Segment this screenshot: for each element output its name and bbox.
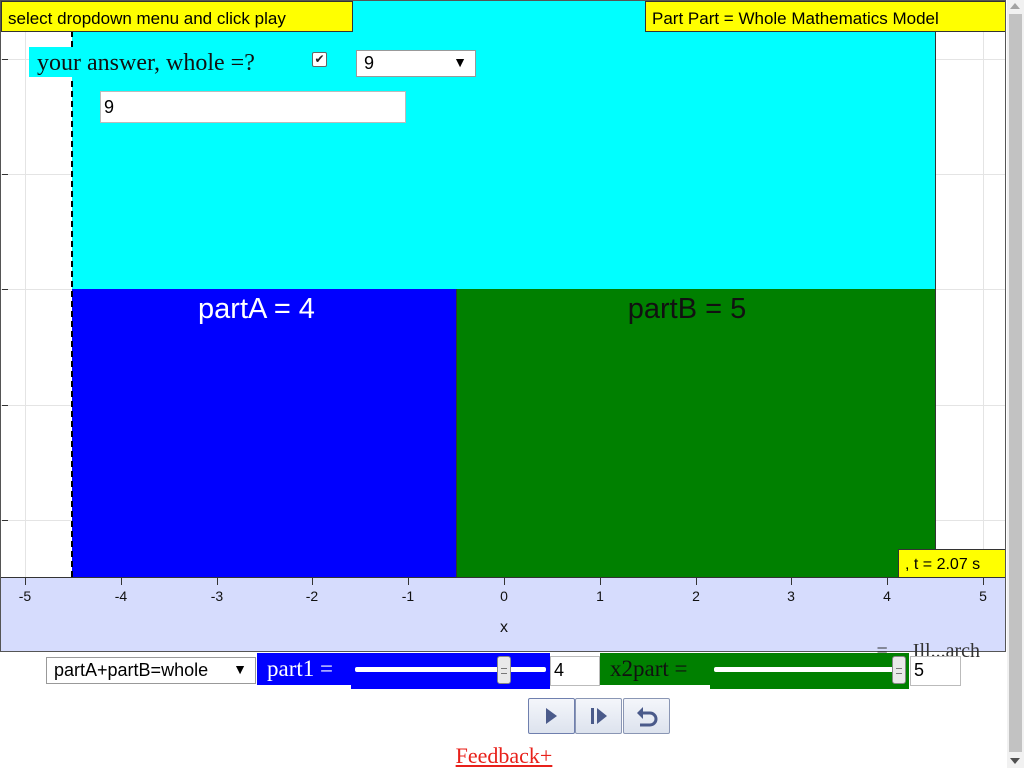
x-tick [504,578,505,585]
x-tick [791,578,792,585]
feedback-link[interactable]: Feedback+ [441,743,567,769]
reset-button[interactable] [623,698,670,734]
x-tick-label: 5 [979,588,987,604]
x-tick-label: 4 [883,588,891,604]
x-tick-label: -2 [305,588,319,604]
x-tick [600,578,601,585]
answer-dropdown[interactable]: 9 ▼ [356,50,476,77]
y-tick [2,289,8,290]
chevron-down-icon: ▼ [233,661,247,677]
part1-input[interactable]: 4 [550,656,600,686]
x-tick [983,578,984,585]
scrollbar-thumb[interactable] [1009,14,1022,752]
equation-dropdown[interactable]: partA+partB=whole ▼ [46,657,256,684]
x-tick [121,578,122,585]
x-tick-label: 0 [500,588,508,604]
x2part-slider[interactable] [710,653,909,689]
parta-rectangle [72,289,457,577]
x-tick-label: 2 [692,588,700,604]
slider-handle[interactable] [892,656,906,684]
scroll-up-icon[interactable] [1010,3,1020,9]
play-icon [546,708,557,724]
x-tick-label: -4 [114,588,128,604]
answer-dropdown-value: 9 [364,53,375,73]
time-readout: , t = 2.07 s [898,549,1005,578]
x-axis-label: x [500,619,508,636]
partb-rectangle [457,289,936,577]
left-boundary-dashed-line [71,1,73,577]
slider-handle[interactable] [497,656,511,684]
x-tick [217,578,218,585]
x-tick [312,578,313,585]
scroll-down-icon[interactable] [1010,758,1020,764]
instruction-banner: select dropdown menu and click play [1,1,353,32]
x2part-input[interactable]: 5 [910,656,961,686]
x-tick [25,578,26,585]
y-tick [2,59,8,60]
x-tick-label: -3 [210,588,224,604]
reset-icon [637,707,658,727]
simulation-panel: partA = 4 partB = 5 your answer, whole =… [0,0,1006,652]
part1-label: part1 = [257,653,351,685]
x-tick-label: 1 [596,588,604,604]
slider-track [355,667,546,672]
x-tick [408,578,409,585]
x2part-label: x2part = [600,653,710,685]
x-tick [887,578,888,585]
answer-input[interactable]: 9 [100,91,406,123]
x-tick-label: -1 [401,588,415,604]
x-tick-label: 3 [787,588,795,604]
x-tick [696,578,697,585]
step-forward-icon [591,708,607,724]
part1-slider[interactable] [351,653,550,689]
whole-rectangle [72,1,936,290]
play-button[interactable] [528,698,575,734]
step-button[interactable] [575,698,622,734]
x-tick-label: -5 [18,588,32,604]
partb-label: partB = 5 [627,293,747,325]
slider-track [714,667,905,672]
answer-checkbox[interactable]: ✔ [312,52,327,67]
y-tick [2,174,8,175]
y-tick [2,520,8,521]
model-title: Part Part = Whole Mathematics Model [645,1,1005,32]
chevron-down-icon: ▼ [453,54,467,70]
y-tick [2,405,8,406]
parta-label: partA = 4 [198,293,315,325]
answer-prompt-label: your answer, whole =? [29,47,261,77]
equation-dropdown-value: partA+partB=whole [54,660,209,680]
